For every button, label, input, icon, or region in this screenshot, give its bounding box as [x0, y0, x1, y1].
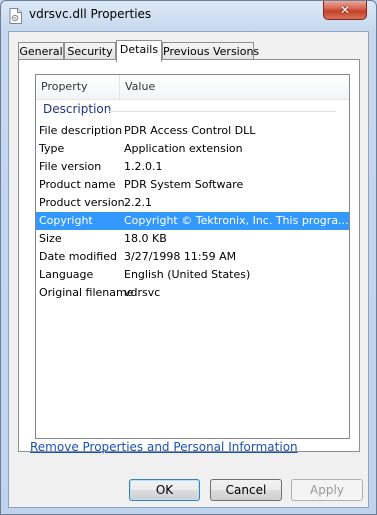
- list-item[interactable]: Language English (United States): [36, 266, 349, 284]
- property-name: File description: [39, 124, 123, 137]
- list-item[interactable]: Original filename vdrsvc: [36, 284, 349, 302]
- property-name: Copyright: [39, 214, 93, 227]
- list-header: Property Value: [36, 75, 349, 100]
- file-icon: [9, 8, 22, 24]
- list-item[interactable]: File description PDR Access Control DLL: [36, 122, 349, 140]
- column-header-property[interactable]: Property: [36, 75, 120, 99]
- property-value: 18.0 KB: [124, 232, 167, 245]
- group-header-description: Description: [43, 102, 112, 116]
- property-name: File version: [39, 160, 102, 173]
- ok-button[interactable]: OK: [129, 479, 200, 501]
- property-value: 3/27/1998 11:59 AM: [124, 250, 237, 263]
- property-name: Language: [39, 268, 94, 281]
- tab-previous-versions[interactable]: Previous Versions: [162, 42, 259, 60]
- cancel-button[interactable]: Cancel: [210, 479, 282, 501]
- list-item[interactable]: Product version 2.2.1: [36, 194, 349, 212]
- property-name: Date modified: [39, 250, 117, 263]
- list-item[interactable]: Size 18.0 KB: [36, 230, 349, 248]
- property-name: Original filename: [39, 286, 134, 299]
- list-item[interactable]: File version 1.2.0.1: [36, 158, 349, 176]
- title-bar[interactable]: vdrsvc.dll Properties ✕: [1, 1, 376, 31]
- property-value: Copyright © Tektronix, Inc. This progra.…: [124, 214, 349, 227]
- list-item-selected[interactable]: Copyright Copyright © Tektronix, Inc. Thi…: [36, 212, 349, 230]
- close-icon: ✕: [339, 3, 351, 17]
- dialog-body: General Security Details Previous Versio…: [8, 31, 369, 508]
- list-item[interactable]: Date modified 3/27/1998 11:59 AM: [36, 248, 349, 266]
- property-value: English (United States): [124, 268, 251, 281]
- property-name: Product name: [39, 178, 116, 191]
- property-value: 1.2.0.1: [124, 160, 163, 173]
- property-name: Product version: [39, 196, 125, 209]
- remove-properties-link[interactable]: Remove Properties and Personal Informati…: [30, 440, 298, 454]
- property-value: Application extension: [124, 142, 243, 155]
- close-button[interactable]: ✕: [323, 1, 367, 20]
- tab-details[interactable]: Details: [116, 40, 162, 62]
- property-value: 2.2.1: [124, 196, 152, 209]
- tab-security[interactable]: Security: [64, 42, 116, 60]
- column-header-value[interactable]: Value: [120, 75, 349, 99]
- group-divider: [108, 111, 336, 112]
- list-item[interactable]: Type Application extension: [36, 140, 349, 158]
- properties-window: vdrsvc.dll Properties ✕ General Security…: [0, 0, 377, 515]
- details-list[interactable]: Property Value Description File descript…: [35, 74, 350, 439]
- property-name: Type: [39, 142, 65, 155]
- property-value: PDR System Software: [124, 178, 244, 191]
- property-name: Size: [39, 232, 62, 245]
- window-title: vdrsvc.dll Properties: [29, 7, 152, 21]
- list-item[interactable]: Product name PDR System Software: [36, 176, 349, 194]
- details-panel: Property Value Description File descript…: [18, 59, 360, 452]
- tab-general[interactable]: General: [18, 42, 64, 60]
- property-value: PDR Access Control DLL: [124, 124, 256, 137]
- property-value: vdrsvc: [124, 286, 161, 299]
- apply-button[interactable]: Apply: [291, 479, 363, 501]
